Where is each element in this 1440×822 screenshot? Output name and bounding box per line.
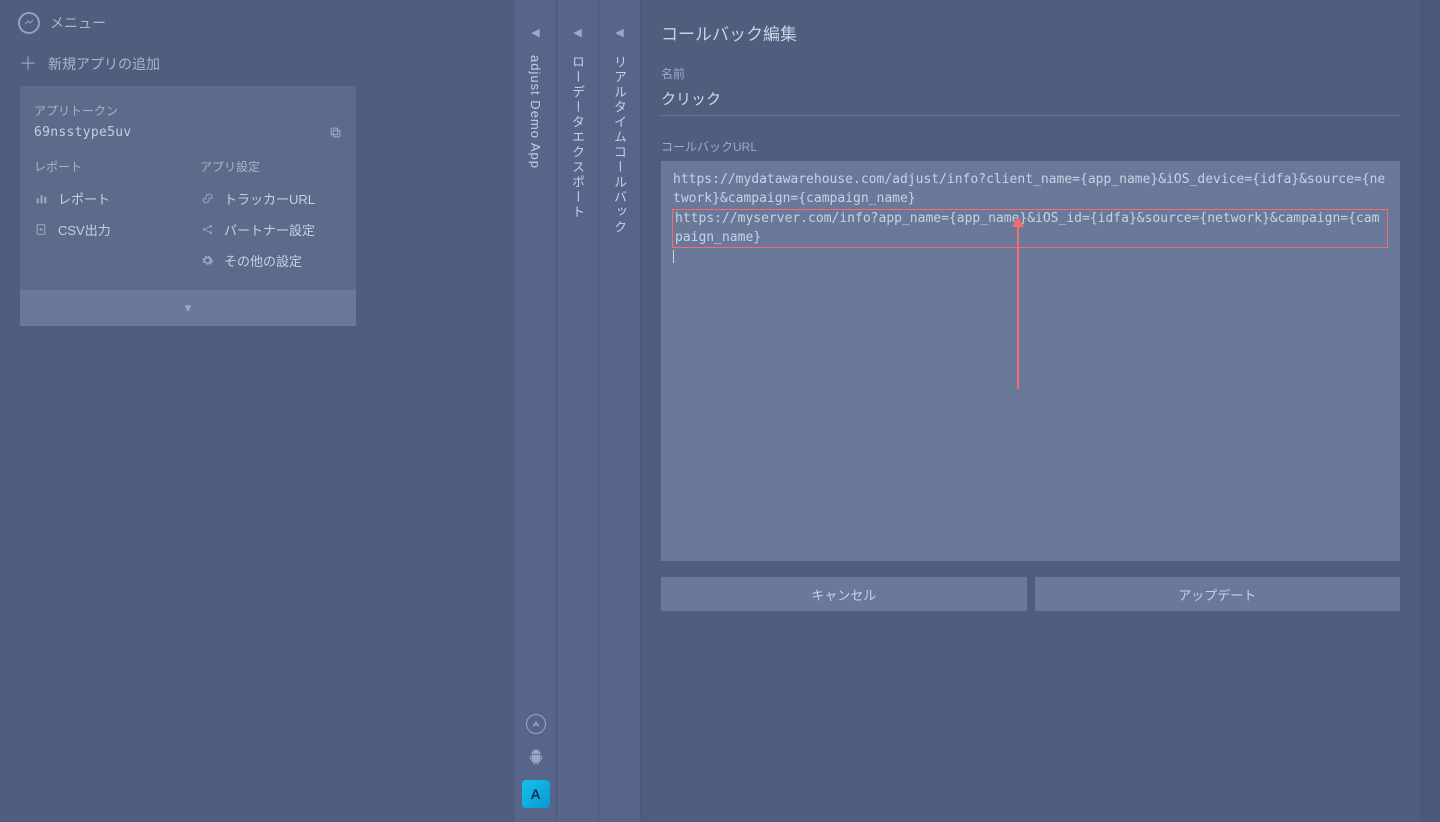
caret-left-icon: ◀ xyxy=(573,26,581,39)
token-label: アプリトークン xyxy=(34,102,342,119)
link-partner-label: パートナー設定 xyxy=(224,220,315,239)
token-value: 69nsstype5uv xyxy=(34,125,132,140)
button-row: キャンセル アップデート xyxy=(661,577,1400,611)
add-app-label: 新規アプリの追加 xyxy=(48,54,160,74)
add-app-row[interactable]: ＋ 新規アプリの追加 xyxy=(0,42,515,86)
link-icon xyxy=(200,192,214,206)
callback-url-text: https://mydatawarehouse.com/adjust/info?… xyxy=(673,171,1388,267)
android-icon[interactable] xyxy=(527,748,545,766)
card-expand-toggle[interactable]: ▾ xyxy=(20,290,356,326)
cancel-button[interactable]: キャンセル xyxy=(661,577,1027,611)
slat-export-label: ローデータエクスポート xyxy=(568,55,587,220)
link-csv-label: CSV出力 xyxy=(58,220,111,239)
link-other[interactable]: その他の設定 xyxy=(200,245,342,276)
link-partner[interactable]: パートナー設定 xyxy=(200,214,342,245)
url-label: コールバックURL xyxy=(661,138,1400,155)
slat-realtime[interactable]: ◀ リアルタイムコールバック xyxy=(599,0,641,822)
appstore-icon[interactable] xyxy=(526,714,546,734)
menu-label: メニュー xyxy=(50,13,106,33)
adjust-badge-icon[interactable]: A xyxy=(522,780,550,808)
main-panel: コールバック編集 名前 クリック コールバックURL https://mydat… xyxy=(641,0,1420,822)
scroll-gutter[interactable] xyxy=(1420,0,1440,822)
update-button[interactable]: アップデート xyxy=(1035,577,1401,611)
adjust-logo-icon xyxy=(18,12,40,34)
name-input[interactable]: クリック xyxy=(661,88,1400,116)
share-icon xyxy=(200,223,214,237)
caret-left-icon: ◀ xyxy=(615,26,623,39)
link-csv[interactable]: CSV出力 xyxy=(34,214,176,245)
file-export-icon xyxy=(34,223,48,237)
bar-chart-icon xyxy=(34,192,48,206)
link-other-label: その他の設定 xyxy=(224,251,302,270)
settings-column: アプリ設定 トラッカーURL パートナー設定 xyxy=(200,158,342,276)
annotation-arrow xyxy=(1017,225,1019,389)
slat-realtime-label: リアルタイムコールバック xyxy=(610,55,629,235)
report-header: レポート xyxy=(34,158,176,175)
app-card: アプリトークン 69nsstype5uv レポート レポート xyxy=(20,86,356,326)
callback-url-textarea[interactable]: https://mydatawarehouse.com/adjust/info?… xyxy=(661,161,1400,561)
copy-icon[interactable] xyxy=(329,126,342,139)
name-label: 名前 xyxy=(661,65,1400,82)
menu-header[interactable]: メニュー xyxy=(0,0,515,42)
slat-app-label: adjust Demo App xyxy=(528,55,543,169)
url-segment-1: https://mydatawarehouse.com/adjust/info?… xyxy=(673,172,1385,206)
url-segment-2: https://myserver.com/info?app_name={app_… xyxy=(675,211,1379,245)
gear-icon xyxy=(200,254,214,268)
link-tracker[interactable]: トラッカーURL xyxy=(200,183,342,214)
slat-app[interactable]: ◀ adjust Demo App A xyxy=(515,0,557,822)
link-report[interactable]: レポート xyxy=(34,183,176,214)
slat-export[interactable]: ◀ ローデータエクスポート xyxy=(557,0,599,822)
left-sidebar: メニュー ＋ 新規アプリの追加 アプリトークン 69nsstype5uv レポー… xyxy=(0,0,515,822)
chevron-down-icon: ▾ xyxy=(185,300,192,316)
plus-icon: ＋ xyxy=(20,56,36,72)
slat-app-icons: A xyxy=(522,714,550,808)
report-column: レポート レポート CSV出力 xyxy=(34,158,176,276)
page-title: コールバック編集 xyxy=(661,20,1400,45)
link-report-label: レポート xyxy=(58,189,110,208)
settings-header: アプリ設定 xyxy=(200,158,342,175)
caret-left-icon: ◀ xyxy=(531,26,539,39)
link-tracker-label: トラッカーURL xyxy=(224,189,315,208)
